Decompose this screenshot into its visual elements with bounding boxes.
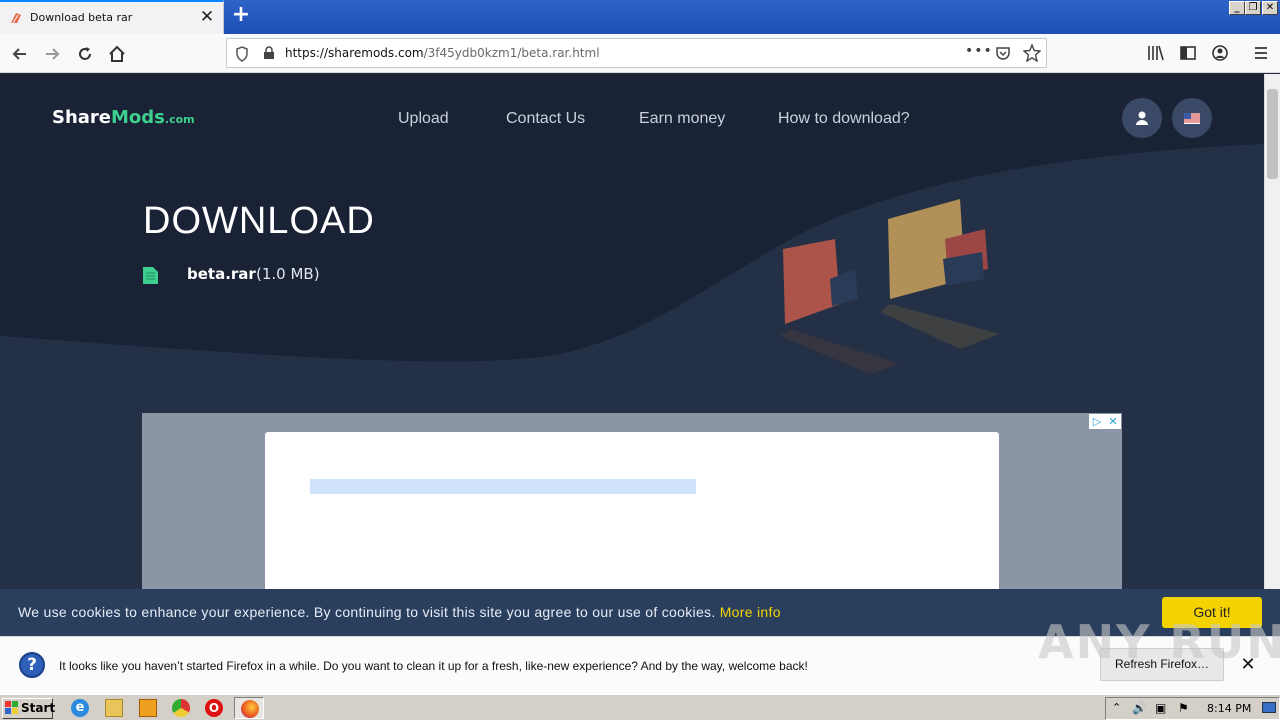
user-account-button[interactable]	[1122, 98, 1162, 138]
start-label: Start	[21, 701, 56, 715]
favicon-icon	[11, 13, 21, 24]
ad-content-panel[interactable]	[265, 432, 999, 589]
advertisement[interactable]: ▷ ✕	[142, 413, 1122, 589]
home-button[interactable]	[103, 40, 131, 68]
nav-earn-money-link[interactable]: Earn money	[639, 110, 725, 128]
notification-bar: ? It looks like you haven’t started Fire…	[0, 615, 1280, 693]
explorer-icon[interactable]	[105, 699, 123, 717]
taskbar-firefox-active[interactable]	[234, 697, 264, 719]
page-content: ShareMods.com Upload Contact Us Earn mon…	[0, 74, 1264, 589]
new-tab-button[interactable]: +	[230, 4, 252, 28]
show-desktop-icon[interactable]	[1262, 702, 1276, 713]
ad-choices-icon[interactable]: ▷	[1089, 414, 1105, 429]
minimize-button[interactable]: _	[1229, 1, 1245, 15]
nav-upload-link[interactable]: Upload	[398, 110, 449, 128]
reload-icon	[79, 47, 91, 60]
ad-close-icon[interactable]: ✕	[1105, 414, 1121, 429]
volume-icon[interactable]: 🔊	[1132, 701, 1147, 715]
restore-button[interactable]: ❐	[1245, 1, 1261, 15]
start-button[interactable]: Start	[2, 698, 56, 719]
sidebar-icon[interactable]	[1179, 44, 1197, 62]
nav-contact-link[interactable]: Contact Us	[506, 110, 585, 128]
page-actions-icon[interactable]: •••	[965, 43, 993, 59]
tray-expand-icon[interactable]: ⌃	[1112, 701, 1121, 714]
cookie-accept-button[interactable]: Got it!	[1162, 597, 1262, 628]
file-icon	[143, 267, 158, 284]
ad-placeholder-bar	[310, 479, 696, 494]
firefox-icon	[241, 700, 259, 718]
cookie-message: We use cookies to enhance your experienc…	[18, 604, 781, 620]
pocket-icon[interactable]	[995, 45, 1011, 61]
library-icon[interactable]	[1147, 44, 1165, 62]
vertical-scrollbar[interactable]	[1264, 74, 1280, 589]
url-bar[interactable]: https://sharemods.com/3f45ydb0kzm1/beta.…	[226, 38, 1047, 68]
back-button[interactable]	[6, 40, 34, 68]
url-text[interactable]: https://sharemods.com/3f45ydb0kzm1/beta.…	[285, 46, 600, 60]
opera-icon[interactable]: O	[205, 699, 223, 717]
screen: Download beta rar ✕ + _ ❐ ✕ https://shar…	[0, 0, 1280, 720]
home-icon	[109, 45, 125, 62]
lock-icon[interactable]	[263, 46, 275, 60]
page-title: DOWNLOAD	[143, 200, 375, 242]
account-icon[interactable]	[1211, 44, 1229, 62]
tab-strip: Download beta rar ✕ + _ ❐ ✕	[0, 0, 1280, 34]
notification-message: It looks like you haven’t started Firefo…	[59, 659, 808, 673]
question-icon: ?	[19, 652, 45, 678]
forward-arrow-icon	[46, 48, 60, 60]
forward-button[interactable]	[38, 40, 66, 68]
file-name: beta.rar	[187, 265, 256, 283]
navigation-toolbar: https://sharemods.com/3f45ydb0kzm1/beta.…	[0, 34, 1280, 73]
bookmark-star-icon[interactable]	[1023, 44, 1041, 62]
site-logo[interactable]: ShareMods.com	[52, 107, 195, 128]
ie-icon[interactable]: e	[71, 699, 89, 717]
notification-close-icon[interactable]: ✕	[1238, 655, 1258, 675]
file-size: (1.0 MB)	[256, 265, 320, 283]
ad-choices[interactable]: ▷ ✕	[1089, 414, 1121, 429]
chrome-icon[interactable]	[172, 699, 190, 717]
reload-button[interactable]	[71, 40, 99, 68]
shield-icon[interactable]	[235, 46, 249, 62]
tab-title: Download beta rar	[30, 11, 133, 24]
user-icon	[1136, 111, 1148, 125]
us-flag-icon	[1184, 112, 1200, 124]
windows-logo-icon	[5, 701, 18, 714]
back-arrow-icon	[12, 48, 26, 60]
taskbar: Start e O ⌃ 🔊 ▣ ⚑ 8:14 PM	[0, 693, 1280, 720]
close-window-button[interactable]: ✕	[1262, 1, 1278, 15]
media-player-icon[interactable]	[139, 699, 157, 717]
system-tray: ⌃ 🔊 ▣ ⚑	[1105, 697, 1280, 720]
cookie-more-info-link[interactable]: More info	[720, 604, 781, 620]
clock: 8:14 PM	[1207, 702, 1252, 715]
flag-icon[interactable]: ⚑	[1178, 701, 1189, 715]
cookie-banner: We use cookies to enhance your experienc…	[0, 589, 1280, 636]
hamburger-menu-icon[interactable]	[1252, 44, 1270, 62]
scrollbar-thumb[interactable]	[1267, 89, 1278, 179]
language-button[interactable]	[1172, 98, 1212, 138]
network-icon[interactable]: ▣	[1155, 701, 1166, 715]
refresh-firefox-button[interactable]: Refresh Firefox…	[1100, 648, 1224, 681]
tab-active[interactable]: Download beta rar ✕	[0, 0, 224, 34]
nav-how-to-download-link[interactable]: How to download?	[778, 110, 910, 128]
tab-close-icon[interactable]: ✕	[196, 6, 218, 28]
